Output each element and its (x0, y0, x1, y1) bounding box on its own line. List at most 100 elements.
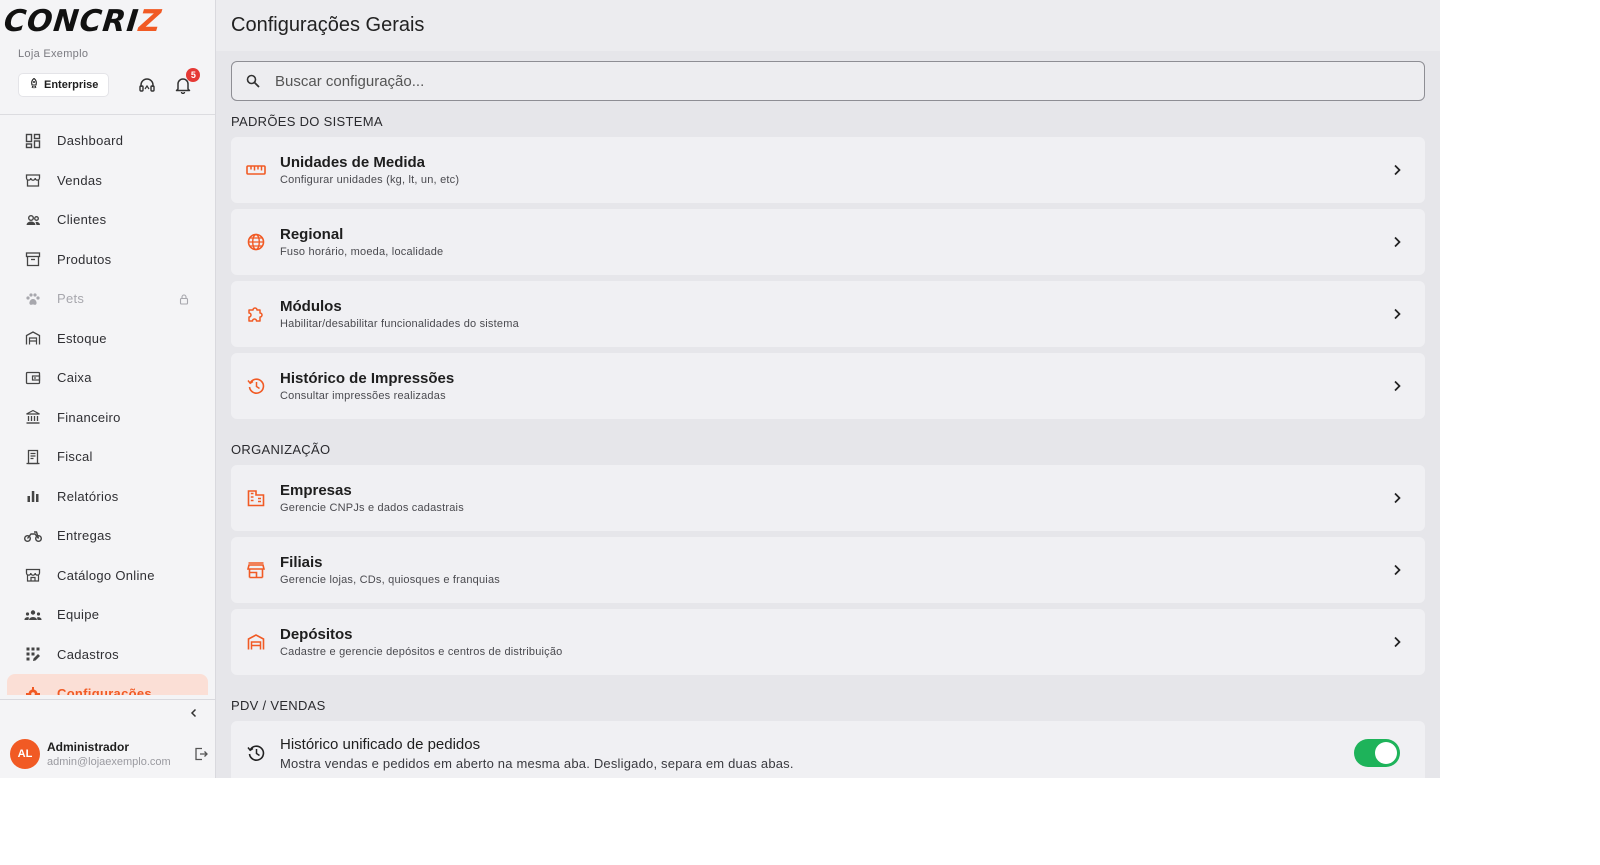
warehouse-icon (246, 632, 266, 652)
card-title: Unidades de Medida (280, 154, 426, 171)
notifications-bell-icon[interactable]: 5 (173, 68, 201, 95)
sidebar-item-pets[interactable]: Pets (7, 279, 208, 319)
chevron-right-icon (1389, 234, 1405, 250)
card-text: Módulos Habilitar/desabilitar funcionali… (280, 298, 1389, 330)
sidebar-item-caixa[interactable]: Caixa (7, 358, 208, 398)
sidebar-item-produtos[interactable]: Produtos (7, 240, 208, 280)
settings-content: PADRÕES DO SISTEMA Unidades de Medida Co… (216, 51, 1440, 778)
plan-label: Enterprise (44, 79, 99, 91)
logo-text: CONCRIZ (2, 3, 164, 39)
toggle-knob (1375, 742, 1397, 764)
paw-icon (24, 290, 42, 308)
sidebar-item-fiscal[interactable]: Fiscal (7, 437, 208, 477)
chevron-right-icon (1389, 634, 1405, 650)
sidebar-item-financeiro[interactable]: Financeiro (7, 398, 208, 438)
sidebar-item-equipe[interactable]: Equipe (7, 595, 208, 635)
card-title: Módulos (280, 298, 342, 315)
sidebar-item-cadastros[interactable]: Cadastros (7, 635, 208, 675)
user-name: Administrador (47, 740, 130, 754)
settings-card-modules[interactable]: Módulos Habilitar/desabilitar funcionali… (231, 281, 1425, 347)
card-subtitle: Cadastre e gerencie depósitos e centros … (280, 646, 563, 658)
brand-logo[interactable]: CONCRIZ (0, 0, 215, 42)
card-title: Regional (280, 226, 344, 243)
card-title: Histórico de Impressões (280, 370, 455, 387)
plan-badge[interactable]: Enterprise (18, 73, 110, 97)
card-text: Regional Fuso horário, moeda, localidade (280, 226, 1389, 258)
collapse-sidebar-chevron-left-icon[interactable] (187, 706, 201, 720)
building-icon (246, 488, 266, 508)
store-name: Loja Exemplo (18, 48, 89, 60)
settings-card-print-history[interactable]: Histórico de Impressões Consultar impres… (231, 353, 1425, 419)
settings-card-units[interactable]: Unidades de Medida Configurar unidades (… (231, 137, 1425, 203)
history-icon (246, 743, 266, 763)
sidebar-item-clientes[interactable]: Clientes (7, 200, 208, 240)
card-text: Histórico unificado de pedidos Mostra ve… (280, 736, 1354, 771)
unified-history-toggle[interactable] (1354, 739, 1400, 767)
card-subtitle: Habilitar/desabilitar funcionalidades do… (280, 318, 519, 330)
dashboard-icon (24, 132, 42, 150)
card-title: Depósitos (280, 626, 353, 643)
card-text: Filiais Gerencie lojas, CDs, quiosques e… (280, 554, 1389, 586)
card-text: Unidades de Medida Configurar unidades (… (280, 154, 1389, 186)
wallet-icon (24, 369, 42, 387)
bank-icon (24, 408, 42, 426)
warehouse-icon (24, 329, 42, 347)
globe-icon (246, 232, 266, 252)
sidebar-footer-divider (0, 699, 216, 700)
chevron-right-icon (1389, 490, 1405, 506)
settings-card-warehouses[interactable]: Depósitos Cadastre e gerencie depósitos … (231, 609, 1425, 675)
sidebar-nav: Dashboard Vendas Clientes Produtos Pets (0, 115, 215, 695)
page-title: Configurações Gerais (231, 14, 425, 36)
card-subtitle: Configurar unidades (kg, lt, un, etc) (280, 174, 460, 186)
puzzle-icon (246, 304, 266, 324)
card-subtitle: Consultar impressões realizadas (280, 390, 446, 402)
sidebar-tools: Enterprise 5 (0, 68, 215, 98)
main-content: Configurações Gerais PADRÕES DO SISTEMA … (216, 0, 1440, 778)
card-text: Empresas Gerencie CNPJs e dados cadastra… (280, 482, 1389, 514)
settings-card-companies[interactable]: Empresas Gerencie CNPJs e dados cadastra… (231, 465, 1425, 531)
user-profile: AL Administrador admin@lojaexemplo.com (10, 739, 210, 769)
support-headset-icon[interactable] (137, 75, 157, 95)
card-text: Histórico de Impressões Consultar impres… (280, 370, 1389, 402)
card-subtitle: Gerencie CNPJs e dados cadastrais (280, 502, 464, 514)
sidebar-item-estoque[interactable]: Estoque (7, 319, 208, 359)
settings-card-regional[interactable]: Regional Fuso horário, moeda, localidade (231, 209, 1425, 275)
section-title-org: ORGANIZAÇÃO (231, 442, 331, 457)
sidebar-item-dashboard[interactable]: Dashboard (7, 121, 208, 161)
card-subtitle: Fuso horário, moeda, localidade (280, 246, 444, 258)
archive-icon (24, 250, 42, 268)
bar-chart-icon (24, 487, 42, 505)
ruler-icon (246, 160, 266, 180)
sidebar-item-entregas[interactable]: Entregas (7, 516, 208, 556)
app-window: CONCRIZ Loja Exemplo Enterprise 5 Dashbo (0, 0, 1440, 778)
store-icon (246, 560, 266, 580)
gear-icon (24, 685, 42, 695)
sidebar-item-catalogo-online[interactable]: Catálogo Online (7, 556, 208, 596)
motorcycle-icon (24, 527, 42, 545)
setting-unified-order-history: Histórico unificado de pedidos Mostra ve… (231, 721, 1425, 778)
card-title: Empresas (280, 482, 352, 499)
section-title-system: PADRÕES DO SISTEMA (231, 114, 383, 129)
history-icon (246, 376, 266, 396)
sidebar-item-relatorios[interactable]: Relatórios (7, 477, 208, 517)
sidebar: CONCRIZ Loja Exemplo Enterprise 5 Dashbo (0, 0, 216, 778)
search-input[interactable] (275, 72, 1424, 90)
search-icon (245, 73, 261, 89)
user-info: Administrador admin@lojaexemplo.com (47, 740, 192, 768)
receipt-icon (24, 448, 42, 466)
card-title: Histórico unificado de pedidos (280, 735, 481, 753)
search-bar (231, 61, 1425, 101)
settings-card-branches[interactable]: Filiais Gerencie lojas, CDs, quiosques e… (231, 537, 1425, 603)
section-title-pdv: PDV / VENDAS (231, 698, 326, 713)
card-subtitle: Gerencie lojas, CDs, quiosques e franqui… (280, 574, 500, 586)
storefront-icon (24, 566, 42, 584)
avatar[interactable]: AL (10, 739, 40, 769)
sidebar-item-vendas[interactable]: Vendas (7, 161, 208, 201)
store-icon (24, 171, 42, 189)
grid-edit-icon (24, 645, 42, 663)
user-email: admin@lojaexemplo.com (47, 756, 171, 768)
rocket-icon (29, 77, 39, 92)
people-icon (24, 211, 42, 229)
logout-icon[interactable] (192, 745, 210, 763)
sidebar-item-configuracoes[interactable]: Configurações (7, 674, 208, 695)
